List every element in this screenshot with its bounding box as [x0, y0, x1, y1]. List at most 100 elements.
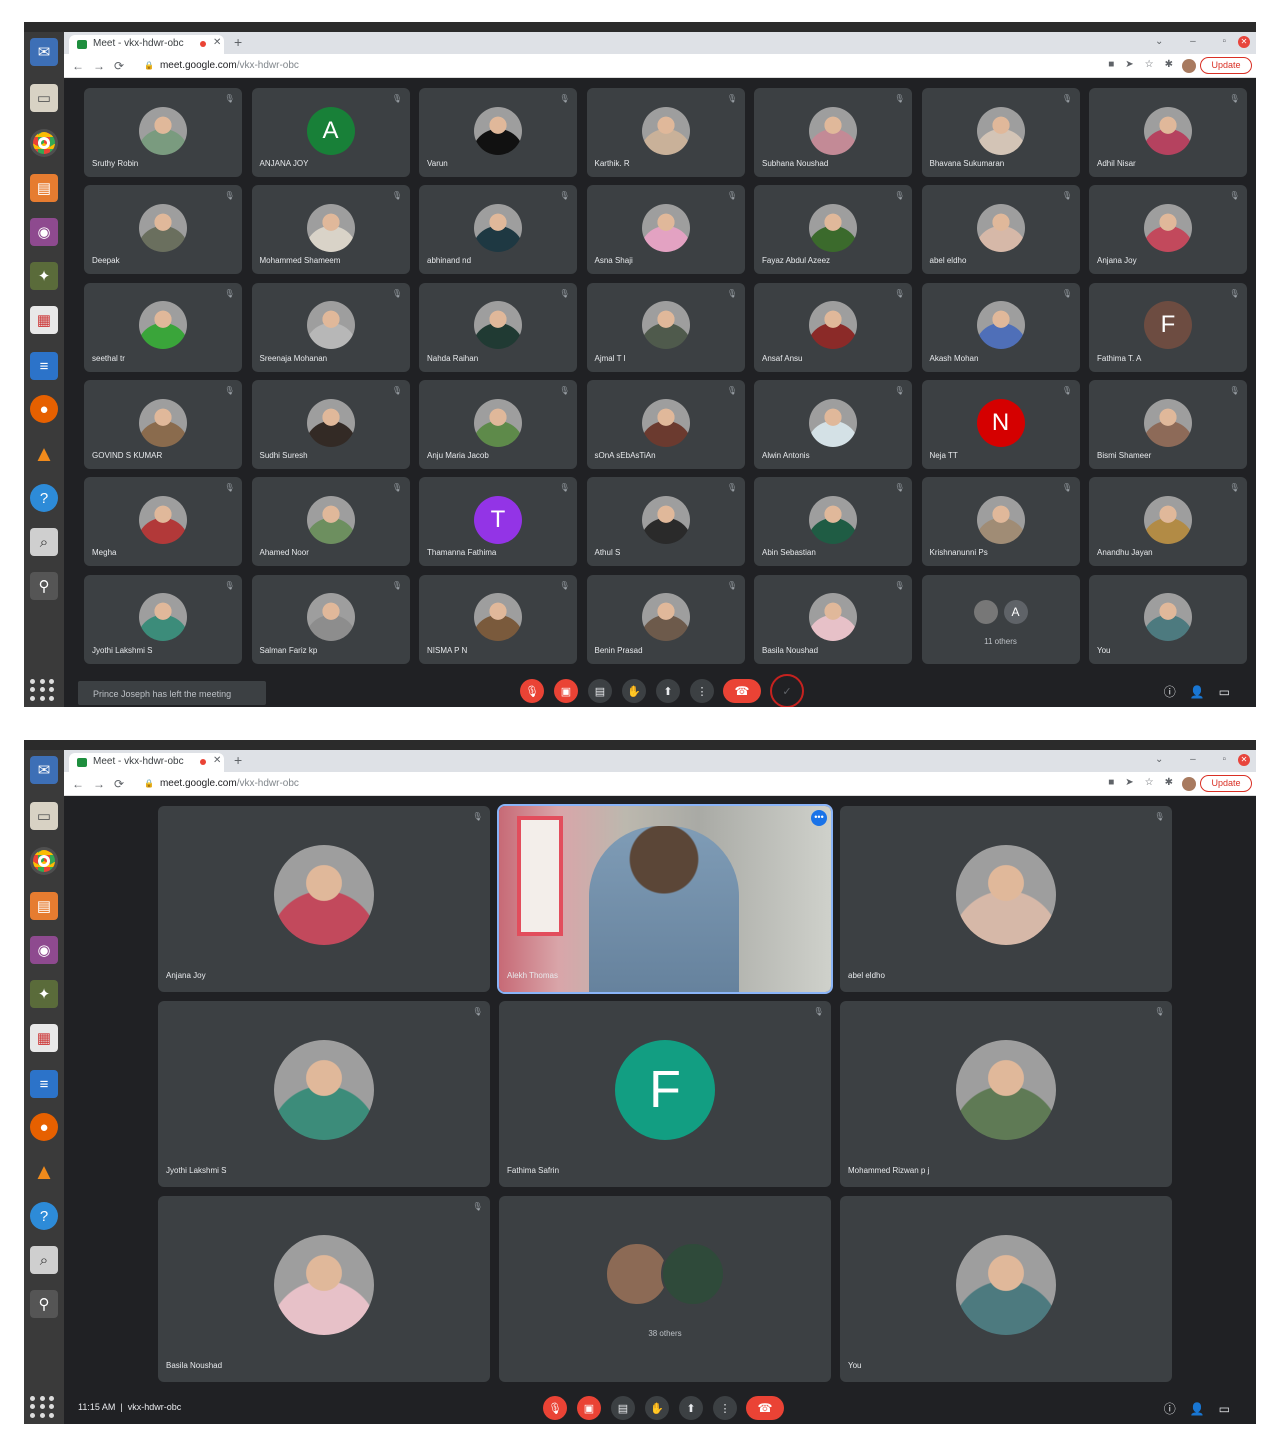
participant-tile[interactable]: Asna Shaji 🎙: [586, 185, 745, 275]
window-controls[interactable]: ⌄ – ▫ ✕: [1155, 754, 1250, 766]
update-button[interactable]: Update: [1200, 775, 1252, 792]
location-icon[interactable]: ⚲: [30, 572, 58, 600]
others-tile[interactable]: A 11 others: [921, 574, 1080, 664]
self-tile[interactable]: You: [840, 1196, 1172, 1382]
participant-tile[interactable]: Anju Maria Jacob 🎙: [419, 379, 577, 469]
chrome-icon[interactable]: [30, 129, 58, 157]
url-field[interactable]: 🔒 meet.google.com/vkx-hdwr-obc: [144, 60, 299, 71]
writer-icon[interactable]: ≡: [30, 352, 58, 380]
browser-tab[interactable]: Meet - vkx-hdwr-obc ✕: [69, 753, 224, 772]
participant-tile[interactable]: N Neja TT 🎙: [921, 379, 1080, 469]
participant-tile[interactable]: 🎙 Jyothi Lakshmi S: [158, 1001, 490, 1187]
url-field[interactable]: 🔒 meet.google.com/vkx-hdwr-obc: [144, 778, 299, 789]
update-button[interactable]: Update: [1200, 57, 1252, 74]
participant-tile[interactable]: Megha 🎙: [84, 477, 242, 567]
window-controls[interactable]: ⌄ – ▫ ✕: [1155, 36, 1250, 48]
meeting-details-icon[interactable]: ⓘ: [1164, 685, 1190, 699]
help-icon[interactable]: ?: [30, 484, 58, 512]
participant-tile[interactable]: sOnA sEbAsTiAn 🎙: [586, 379, 745, 469]
meeting-details-icon[interactable]: ⓘ: [1164, 1402, 1190, 1416]
camera-off-button[interactable]: ▣: [554, 679, 578, 703]
navigation-icons[interactable]: ←→⟳: [72, 777, 133, 791]
new-tab-icon[interactable]: +: [234, 752, 242, 768]
leave-call-button[interactable]: ☎: [723, 679, 761, 703]
people-icon[interactable]: 👤: [1190, 685, 1219, 699]
extension-icons[interactable]: ■➤☆✱: [1108, 777, 1184, 788]
vlc-icon[interactable]: ▲: [30, 1158, 58, 1186]
chat-icon[interactable]: ▭: [1219, 685, 1244, 699]
thunderbird-icon[interactable]: ✉: [30, 38, 58, 66]
firefox-icon[interactable]: ●: [30, 395, 58, 423]
magnifier-icon[interactable]: ⌕: [30, 528, 58, 556]
close-window-icon[interactable]: ✕: [1238, 36, 1250, 48]
self-tile[interactable]: You: [1089, 574, 1247, 664]
participant-tile[interactable]: Varun 🎙: [419, 88, 577, 177]
participant-tile[interactable]: Adhil Nisar 🎙: [1089, 88, 1247, 177]
participant-tile[interactable]: Subhana Noushad 🎙: [754, 88, 912, 177]
people-icon[interactable]: 👤: [1190, 1402, 1219, 1416]
participant-tile[interactable]: abel eldho 🎙: [921, 185, 1080, 275]
participant-tile[interactable]: NISMA P N 🎙: [419, 574, 577, 664]
files-icon[interactable]: ▭: [30, 84, 58, 112]
app-grid-icon[interactable]: [30, 679, 56, 701]
participant-tile[interactable]: Sreenaja Mohanan 🎙: [251, 282, 410, 372]
chrome-icon[interactable]: [30, 847, 58, 875]
more-options-button[interactable]: ⋮: [690, 679, 714, 703]
participant-tile[interactable]: Akash Mohan 🎙: [921, 282, 1080, 372]
participant-tile[interactable]: Anandhu Jayan 🎙: [1089, 477, 1247, 567]
close-window-icon[interactable]: ✕: [1238, 754, 1250, 766]
participant-tile[interactable]: GOVIND S KUMAR 🎙: [84, 379, 242, 469]
participant-tile[interactable]: Benin Prasad 🎙: [586, 574, 745, 664]
camera-off-button[interactable]: ▣: [577, 1396, 601, 1420]
participant-tile[interactable]: Mohammed Shameem 🎙: [251, 185, 410, 275]
participant-tile[interactable]: Nahda Raihan 🎙: [419, 282, 577, 372]
present-button[interactable]: ⬆: [679, 1396, 703, 1420]
browser-tab[interactable]: Meet - vkx-hdwr-obc ✕: [69, 35, 224, 54]
close-tab-icon[interactable]: ✕: [213, 37, 221, 48]
participant-tile[interactable]: Fayaz Abdul Azeez 🎙: [754, 185, 912, 275]
present-button[interactable]: ⬆: [656, 679, 680, 703]
participant-tile[interactable]: Bismi Shameer 🎙: [1089, 379, 1247, 469]
extension-icons[interactable]: ■➤☆✱: [1108, 59, 1184, 70]
files-icon[interactable]: ▭: [30, 802, 58, 830]
profile-avatar[interactable]: [1182, 59, 1196, 73]
impress-icon[interactable]: ▤: [30, 174, 58, 202]
participant-tile[interactable]: Alwin Antonis 🎙: [754, 379, 912, 469]
participant-tile[interactable]: Sruthy Robin 🎙: [84, 88, 242, 177]
captions-button[interactable]: ▤: [611, 1396, 635, 1420]
participant-tile[interactable]: T Thamanna Fathima 🎙: [419, 477, 577, 567]
participant-tile[interactable]: Athul S 🎙: [586, 477, 745, 567]
others-tile[interactable]: 38 others: [499, 1196, 831, 1382]
participant-tile[interactable]: Karthik. R 🎙: [586, 88, 745, 177]
participant-tile[interactable]: Sudhi Suresh 🎙: [251, 379, 410, 469]
close-tab-icon[interactable]: ✕: [213, 755, 221, 766]
participant-tile[interactable]: Ajmal T I 🎙: [586, 282, 745, 372]
participant-tile[interactable]: F 🎙 Fathima Safrin: [499, 1001, 831, 1187]
raise-hand-button[interactable]: ✋: [645, 1396, 669, 1420]
captions-button[interactable]: ▤: [588, 679, 612, 703]
mic-off-button[interactable]: 🎙: [543, 1396, 567, 1420]
turtle-icon[interactable]: ✦: [30, 262, 58, 290]
leave-call-button[interactable]: ☎: [746, 1396, 784, 1420]
more-options-button[interactable]: ⋮: [713, 1396, 737, 1420]
raise-hand-button[interactable]: ✋: [622, 679, 646, 703]
participant-tile[interactable]: ••• Alekh Thomas: [497, 804, 833, 994]
help-icon[interactable]: ?: [30, 1202, 58, 1230]
participant-tile[interactable]: Jyothi Lakshmi S 🎙: [84, 574, 242, 664]
screenshot-icon[interactable]: ▦: [30, 306, 58, 334]
location-icon[interactable]: ⚲: [30, 1290, 58, 1318]
app-grid-icon[interactable]: [30, 1396, 56, 1418]
participant-tile[interactable]: Anjana Joy 🎙: [1089, 185, 1247, 275]
turtle-icon[interactable]: ✦: [30, 980, 58, 1008]
navigation-icons[interactable]: ←→⟳: [72, 59, 133, 73]
thunderbird-icon[interactable]: ✉: [30, 756, 58, 784]
vlc-icon[interactable]: ▲: [30, 440, 58, 468]
firefox-icon[interactable]: ●: [30, 1113, 58, 1141]
writer-icon[interactable]: ≡: [30, 1070, 58, 1098]
impress-icon[interactable]: ▤: [30, 892, 58, 920]
participant-tile[interactable]: abhinand nd 🎙: [419, 185, 577, 275]
participant-tile[interactable]: Bhavana Sukumaran 🎙: [921, 88, 1080, 177]
screenshot-icon[interactable]: ▦: [30, 1024, 58, 1052]
mic-off-button[interactable]: 🎙: [520, 679, 544, 703]
profile-avatar[interactable]: [1182, 777, 1196, 791]
